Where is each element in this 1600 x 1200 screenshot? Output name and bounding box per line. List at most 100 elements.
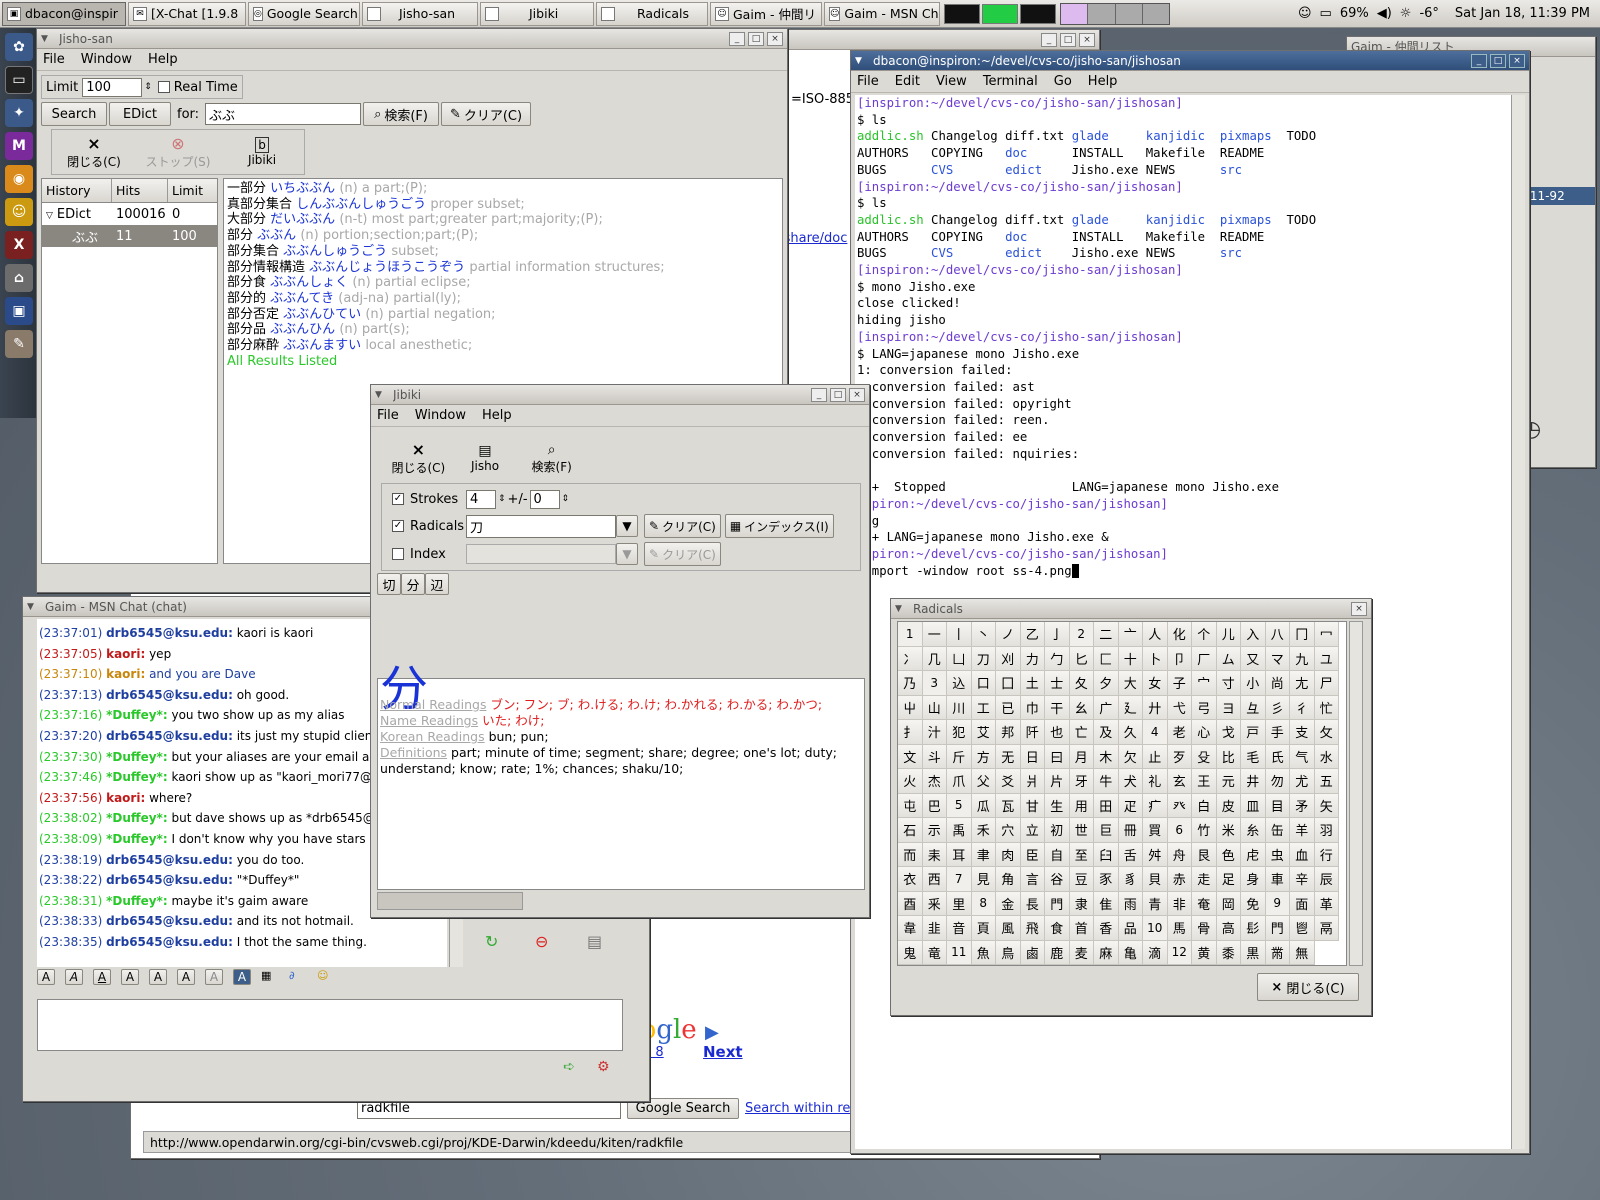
radical-button[interactable]: 皿 xyxy=(1241,793,1266,818)
menu-file[interactable]: File xyxy=(377,408,399,423)
jibiki-tool-button[interactable]: b Jibiki xyxy=(220,130,304,174)
expander-icon[interactable]: ▽ xyxy=(46,211,53,221)
radical-button[interactable]: 木 xyxy=(1094,744,1119,769)
radical-button[interactable]: 鬼 xyxy=(898,940,923,965)
home-icon[interactable]: ⌂ xyxy=(5,264,33,292)
radical-button[interactable]: 女 xyxy=(1143,671,1168,696)
xchat-launcher-icon[interactable]: X xyxy=(5,231,33,259)
radical-button[interactable]: 艾 xyxy=(971,720,996,745)
radical-button[interactable]: 白 xyxy=(1192,793,1217,818)
query-input[interactable]: ぶぶ xyxy=(205,103,362,125)
radical-button[interactable]: 色 xyxy=(1216,842,1241,867)
radical-button[interactable]: 酉 xyxy=(898,891,923,916)
radical-button[interactable]: 入 xyxy=(1241,622,1266,647)
radical-button[interactable]: 缶 xyxy=(1265,818,1290,843)
match-kanji-button[interactable]: 辺 xyxy=(425,573,449,595)
menu-help[interactable]: Help xyxy=(1088,74,1118,89)
radicals-scrollbar[interactable] xyxy=(1349,621,1363,966)
radical-button[interactable]: 土 xyxy=(1020,671,1045,696)
radical-button[interactable]: 杰 xyxy=(922,769,947,794)
minimize-icon[interactable]: _ xyxy=(1471,53,1487,68)
result-row[interactable]: 部分的 ぶぶんてき (adj-na) partial(ly); xyxy=(227,291,779,307)
radical-button[interactable]: 欠 xyxy=(1118,744,1143,769)
radical-button[interactable]: 羊 xyxy=(1290,818,1315,843)
jibiki-jisho-button[interactable]: ▤ Jisho xyxy=(452,435,519,481)
radical-button[interactable]: 刈 xyxy=(996,646,1021,671)
menu-terminal[interactable]: Terminal xyxy=(983,74,1038,89)
radical-button[interactable]: 彑 xyxy=(1241,695,1266,720)
chat-input[interactable] xyxy=(37,999,623,1051)
radical-button[interactable]: 攵 xyxy=(1314,720,1339,745)
radical-button[interactable]: 臣 xyxy=(1020,842,1045,867)
menu-window[interactable]: Window xyxy=(81,52,132,67)
radical-button[interactable]: 豆 xyxy=(1069,867,1094,892)
radical-button[interactable]: 广 xyxy=(1094,695,1119,720)
minimize-icon[interactable]: _ xyxy=(729,31,745,46)
radical-button[interactable]: 久 xyxy=(1118,720,1143,745)
font-larger-icon[interactable]: A xyxy=(121,969,139,985)
history-row-selected[interactable]: ぶぶ 11 100 xyxy=(42,225,217,247)
stop-tool-button[interactable]: ⊗ ストップ(S) xyxy=(136,130,220,174)
menu-go[interactable]: Go xyxy=(1054,74,1072,89)
radical-button[interactable]: 士 xyxy=(1045,671,1070,696)
warn-icon[interactable]: ⚙ xyxy=(597,1059,610,1075)
radical-button[interactable]: 矢 xyxy=(1314,793,1339,818)
radical-button[interactable]: 日 xyxy=(1020,744,1045,769)
radical-button[interactable]: 禹 xyxy=(947,818,972,843)
radical-button[interactable]: 青 xyxy=(1143,891,1168,916)
info-icon[interactable]: ▤ xyxy=(587,932,602,951)
radical-button[interactable]: 玄 xyxy=(1167,769,1192,794)
radical-button[interactable]: 甘 xyxy=(1020,793,1045,818)
jibiki-close-button[interactable]: × 閉じる(C) xyxy=(385,435,452,481)
close-icon[interactable]: × xyxy=(1079,32,1095,47)
radical-button[interactable]: 支 xyxy=(1290,720,1315,745)
radical-button[interactable]: 鬯 xyxy=(1290,916,1315,941)
radical-button[interactable]: 凵 xyxy=(947,646,972,671)
radical-button[interactable]: 匕 xyxy=(1069,646,1094,671)
radical-button[interactable]: 宀 xyxy=(1192,671,1217,696)
radical-button[interactable]: 匚 xyxy=(1094,646,1119,671)
radical-button[interactable]: 月 xyxy=(1069,744,1094,769)
radical-button[interactable]: 高 xyxy=(1216,916,1241,941)
radical-button[interactable]: 阡 xyxy=(1020,720,1045,745)
radical-button[interactable]: 韋 xyxy=(898,916,923,941)
radical-button[interactable]: 巨 xyxy=(1094,818,1119,843)
radical-button[interactable]: 寸 xyxy=(1216,671,1241,696)
radical-button[interactable]: 文 xyxy=(898,744,923,769)
font-normal-icon[interactable]: A xyxy=(149,969,167,985)
radical-button[interactable]: 至 xyxy=(1069,842,1094,867)
radical-button[interactable]: 門 xyxy=(1045,891,1070,916)
edict-tab[interactable]: EDict xyxy=(109,102,171,126)
name-readings-label[interactable]: Name Readings xyxy=(380,713,478,728)
radical-button[interactable]: 身 xyxy=(1241,867,1266,892)
radical-button[interactable]: 生 xyxy=(1045,793,1070,818)
radical-button[interactable]: 辛 xyxy=(1290,867,1315,892)
jibiki-search-button[interactable]: ⌕ 検索(F) xyxy=(518,435,585,481)
radical-button[interactable]: 儿 xyxy=(1216,622,1241,647)
radical-button[interactable]: 卜 xyxy=(1143,646,1168,671)
clear-button[interactable]: ✎ クリア(C) xyxy=(441,102,532,126)
radical-button[interactable]: 无 xyxy=(996,744,1021,769)
radicals-checkbox[interactable]: ✓ xyxy=(392,520,404,532)
result-row[interactable]: 部分 ぶぶん (n) portion;section;part;(P); xyxy=(227,228,779,244)
maximize-icon[interactable]: □ xyxy=(748,31,764,46)
limit-col-header[interactable]: Limit xyxy=(168,179,217,202)
radical-button[interactable]: 勿 xyxy=(1265,769,1290,794)
radical-button[interactable]: 瓜 xyxy=(971,793,996,818)
radical-button[interactable]: 長 xyxy=(1020,891,1045,916)
radical-button[interactable]: 用 xyxy=(1069,793,1094,818)
radical-button[interactable]: 丶 xyxy=(971,622,996,647)
window-menu-icon[interactable]: ▼ xyxy=(375,390,387,400)
radical-button[interactable]: 豕 xyxy=(1094,867,1119,892)
plusminus-input[interactable]: 0 xyxy=(529,489,560,509)
radical-button[interactable]: 化 xyxy=(1167,622,1192,647)
radical-button[interactable]: 走 xyxy=(1192,867,1217,892)
radical-button[interactable]: 血 xyxy=(1290,842,1315,867)
radical-button[interactable]: 西 xyxy=(922,867,947,892)
radical-button[interactable]: 虫 xyxy=(1265,842,1290,867)
close-icon[interactable]: × xyxy=(1509,53,1525,68)
result-row[interactable]: 部分品 ぶぶんひん (n) part(s); xyxy=(227,322,779,338)
radical-button[interactable]: 舟 xyxy=(1167,842,1192,867)
radical-button[interactable]: 冫 xyxy=(898,646,923,671)
match-kanji-button[interactable]: 分 xyxy=(401,573,425,595)
